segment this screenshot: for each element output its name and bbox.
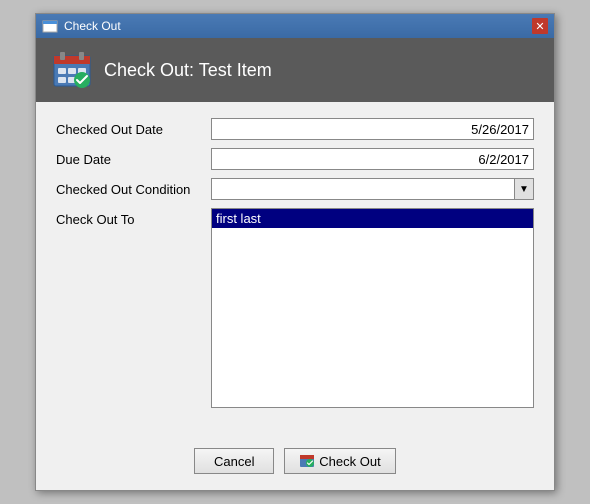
checkout-label: Check Out — [319, 454, 380, 469]
checked-out-date-row: Checked Out Date — [56, 118, 534, 140]
checked-out-condition-label: Checked Out Condition — [56, 182, 211, 197]
checked-out-date-input[interactable] — [211, 118, 534, 140]
cancel-label: Cancel — [214, 454, 254, 469]
title-bar-text: Check Out — [64, 19, 121, 33]
window-icon — [42, 18, 58, 34]
close-button[interactable]: ✕ — [532, 18, 548, 34]
due-date-label: Due Date — [56, 152, 211, 167]
dialog-footer: Cancel Check Out — [36, 440, 554, 490]
cancel-button[interactable]: Cancel — [194, 448, 274, 474]
due-date-input[interactable] — [211, 148, 534, 170]
check-out-to-section: Check Out To first last — [56, 208, 534, 408]
due-date-row: Due Date — [56, 148, 534, 170]
checked-out-condition-row: Checked Out Condition Good Fair Poor ▼ — [56, 178, 534, 200]
selected-list-item[interactable]: first last — [212, 209, 533, 228]
title-bar: Check Out ✕ — [36, 14, 554, 38]
title-bar-left: Check Out — [42, 18, 121, 34]
dialog-header-icon — [52, 50, 92, 90]
dialog-header: Check Out: Test Item — [36, 38, 554, 102]
check-out-dialog: Check Out ✕ Check Out: Test Item Checked… — [35, 13, 555, 491]
checkout-button[interactable]: Check Out — [284, 448, 395, 474]
dialog-body: Checked Out Date Due Date Checked Out Co… — [36, 102, 554, 440]
condition-select-wrapper: Good Fair Poor ▼ — [211, 178, 534, 200]
dialog-title: Check Out: Test Item — [104, 60, 272, 81]
condition-select[interactable]: Good Fair Poor — [211, 178, 534, 200]
checkout-button-icon — [299, 453, 315, 469]
check-out-to-list[interactable]: first last — [211, 208, 534, 408]
check-out-to-label: Check Out To — [56, 208, 211, 408]
checked-out-date-label: Checked Out Date — [56, 122, 211, 137]
